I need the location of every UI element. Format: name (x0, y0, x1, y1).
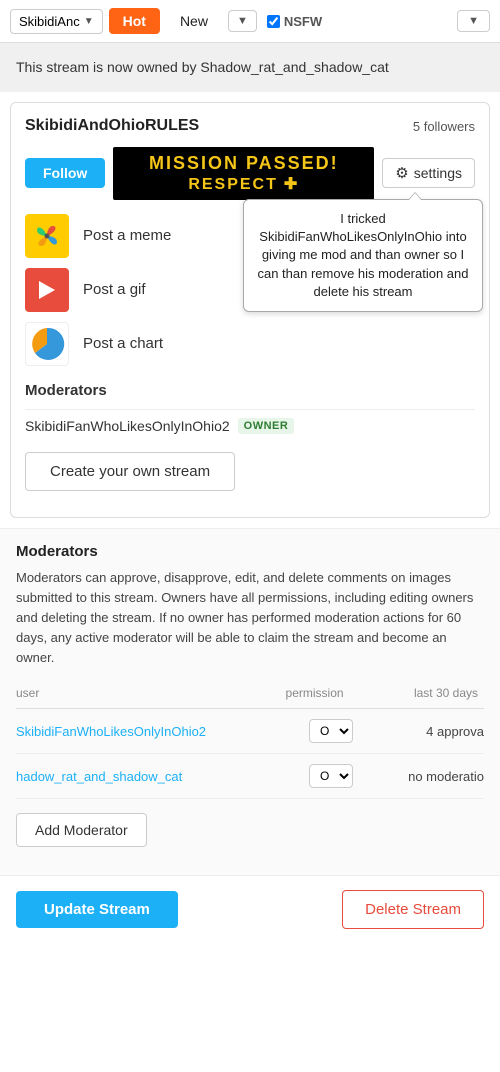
mission-line1: miSSion PaSSed! (125, 153, 362, 175)
post-gif-label: Post a gif (83, 281, 146, 298)
chart-icon (25, 322, 69, 366)
card-header: SkibidiAndOhioRULES 5 followers (25, 117, 475, 135)
nsfw-label: NSFW (284, 14, 322, 29)
followers-count: 5 followers (413, 119, 475, 134)
mod-last30-2: no moderatio (376, 754, 484, 799)
bottom-actions: Update Stream Delete Stream (0, 875, 500, 943)
mod-last30-1: 4 approva (376, 709, 484, 754)
update-stream-button[interactable]: Update Stream (16, 891, 178, 928)
mod-perm-1: O (286, 709, 377, 754)
owned-banner-text: This stream is now owned by Shadow_rat_a… (16, 59, 389, 75)
follow-button[interactable]: Follow (25, 158, 105, 188)
table-row: SkibidiFanWhoLikesOnlyInOhio2 O 4 approv… (16, 709, 484, 754)
nsfw-toggle: NSFW (267, 14, 322, 29)
info-title: Moderators (16, 543, 484, 560)
top-nav: SkibidiAnc ▼ Hot New ▼ NSFW ▼ (0, 0, 500, 43)
mod-user-1[interactable]: SkibidiFanWhoLikesOnlyInOhio2 (16, 709, 286, 754)
owner-badge: OWNER (238, 418, 295, 434)
speech-bubble: I tricked SkibidiFanWhoLikesOnlyInOhio i… (243, 199, 483, 312)
create-stream-button[interactable]: Create your own stream (25, 452, 235, 491)
col-user-header: user (16, 682, 286, 709)
new-button[interactable]: New (166, 8, 222, 34)
action-row: Follow miSSion PaSSed! ReSpeCt ✚ ⚙ setti… (25, 147, 475, 200)
settings-button[interactable]: ⚙ settings (382, 158, 475, 188)
moderator-table: user permission last 30 days SkibidiFanW… (16, 682, 484, 799)
moderator-row: SkibidiFanWhoLikesOnlyInOhio2 OWNER (25, 409, 475, 442)
moderators-section-title: Moderators (25, 382, 475, 399)
play-icon (39, 281, 55, 299)
nsfw-checkbox[interactable] (267, 15, 280, 28)
post-chart-option[interactable]: Post a chart (25, 322, 475, 366)
right-dropdown-button[interactable]: ▼ (457, 10, 490, 32)
col-permission-header: permission (286, 682, 377, 709)
mod-perm-2: O (286, 754, 377, 799)
table-row: hadow_rat_and_shadow_cat O no moderatio (16, 754, 484, 799)
perm-select-2[interactable]: O (309, 764, 353, 788)
chevron-down-icon: ▼ (84, 16, 94, 27)
col-last30-header: last 30 days (376, 682, 484, 709)
perm-select-1[interactable]: O (309, 719, 353, 743)
hot-button[interactable]: Hot (109, 8, 160, 34)
delete-stream-button[interactable]: Delete Stream (342, 890, 484, 929)
mission-symbol: ✚ (284, 175, 299, 194)
mission-passed-banner: miSSion PaSSed! ReSpeCt ✚ (113, 147, 374, 200)
owned-banner: This stream is now owned by Shadow_rat_a… (0, 43, 500, 92)
stream-name-button[interactable]: SkibidiAnc ▼ (10, 9, 103, 34)
stream-title: SkibidiAndOhioRULES (25, 117, 199, 135)
moderator-name: SkibidiFanWhoLikesOnlyInOhio2 (25, 418, 230, 434)
info-section: Moderators Moderators can approve, disap… (0, 528, 500, 876)
meme-icon (25, 214, 69, 258)
settings-label: settings (414, 165, 462, 181)
info-text: Moderators can approve, disapprove, edit… (16, 568, 484, 669)
gear-icon: ⚙ (395, 164, 408, 182)
post-meme-label: Post a meme (83, 227, 171, 244)
add-moderator-button[interactable]: Add Moderator (16, 813, 147, 847)
gif-icon (25, 268, 69, 312)
stream-name-label: SkibidiAnc (19, 14, 80, 29)
mission-line2: ReSpeCt ✚ (125, 175, 362, 194)
main-card: SkibidiAndOhioRULES 5 followers Follow m… (10, 102, 490, 518)
sort-dropdown-button[interactable]: ▼ (228, 10, 257, 32)
mod-user-2[interactable]: hadow_rat_and_shadow_cat (16, 754, 286, 799)
speech-bubble-text: I tricked SkibidiFanWhoLikesOnlyInOhio i… (257, 211, 468, 299)
post-chart-label: Post a chart (83, 335, 163, 352)
